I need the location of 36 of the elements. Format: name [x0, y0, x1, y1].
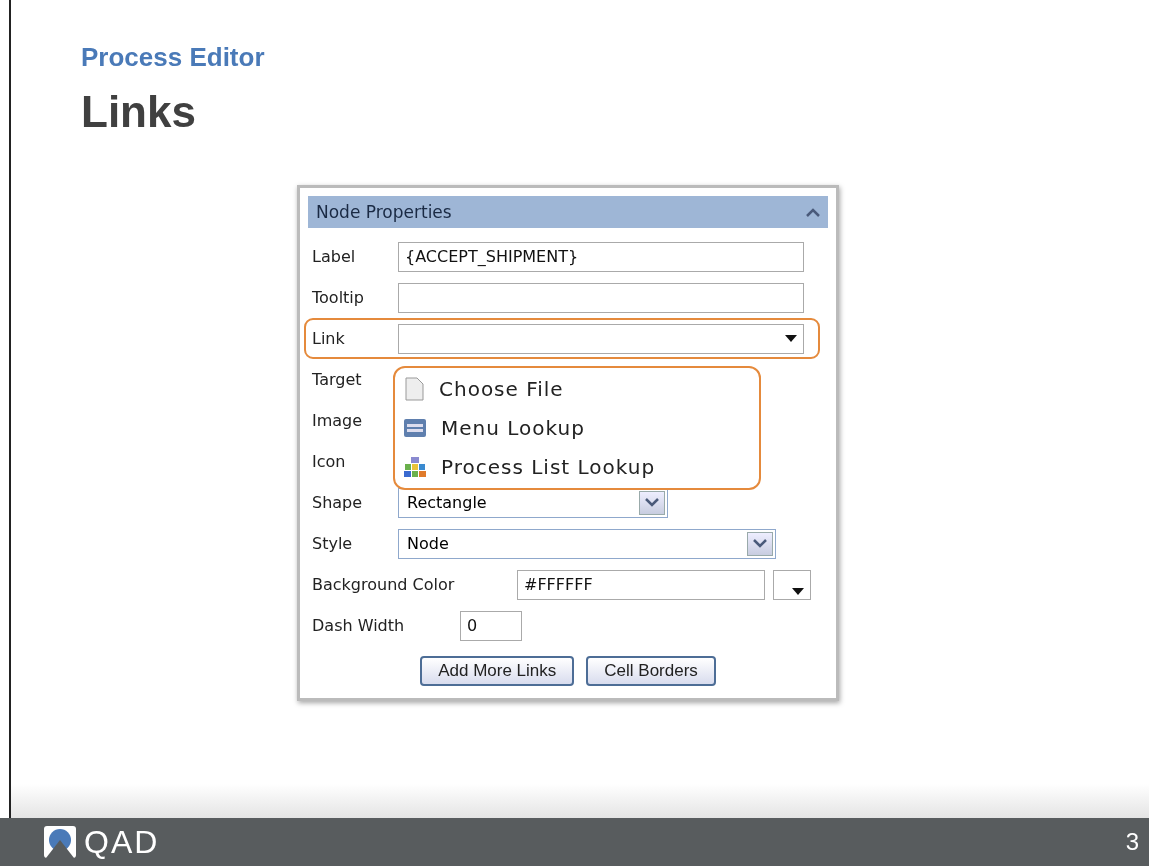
chevron-icon: [806, 207, 820, 217]
field-label: Link: [312, 329, 346, 348]
page-number: 3: [1125, 828, 1139, 856]
document-icon: [403, 377, 425, 402]
caret-icon: [785, 335, 797, 342]
dropdown-field[interactable]: [398, 323, 804, 354]
menu-item[interactable]: Choose File: [439, 377, 564, 402]
field-label: Tooltip: [312, 288, 365, 307]
text-field[interactable]: {ACCEPT_SHIPMENT}: [398, 241, 804, 272]
menu-item[interactable]: Menu Lookup: [441, 416, 585, 440]
section-heading: Process Editor: [81, 42, 266, 73]
field-label: Target: [312, 370, 363, 389]
field-label: Style: [312, 534, 354, 553]
text-field[interactable]: [398, 282, 804, 313]
action-button[interactable]: Cell Borders: [586, 656, 716, 686]
logo-text: QAD: [84, 823, 160, 861]
list-icon: [403, 418, 427, 438]
logo-icon: [44, 826, 76, 858]
field-label: Label: [312, 247, 357, 266]
menu-item[interactable]: Process List Lookup: [441, 454, 656, 479]
chevron-icon: [645, 498, 659, 507]
select-field[interactable]: Node: [398, 528, 776, 559]
color-picker-button[interactable]: [773, 569, 811, 600]
field-label: Shape: [312, 493, 364, 512]
field-label: Image: [312, 411, 364, 430]
number-field[interactable]: 0: [460, 610, 522, 641]
panel-title: Node Properties: [316, 202, 452, 222]
field-label: Icon: [312, 452, 347, 471]
caret-icon: [792, 587, 804, 595]
field-label: Dash Width: [312, 616, 406, 635]
field-label: Background Color: [312, 575, 456, 594]
blocks-icon: [403, 455, 427, 478]
slide-title: Links: [81, 87, 197, 137]
color-field[interactable]: #FFFFFF: [517, 569, 765, 600]
chevron-icon: [753, 539, 767, 548]
action-button[interactable]: Add More Links: [420, 656, 575, 686]
